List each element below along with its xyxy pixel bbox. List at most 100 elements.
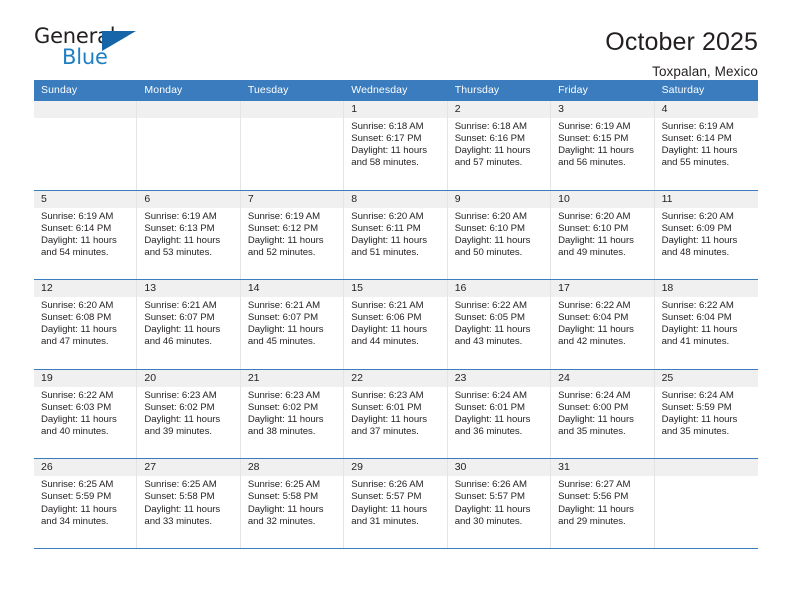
- day-number: 20: [137, 369, 240, 387]
- sun-times-text: Sunrise: 6:25 AM Sunset: 5:58 PM Dayligh…: [247, 479, 324, 527]
- calendar-day-cell[interactable]: 18 Sunrise: 6:22 AM Sunset: 6:04 PM Dayli…: [654, 280, 758, 369]
- sun-times-text: Sunrise: 6:24 AM Sunset: 5:59 PM Dayligh…: [661, 389, 738, 438]
- day-number: 18: [654, 280, 758, 298]
- calendar-day-cell[interactable]: 12 Sunrise: 6:20 AM Sunset: 6:08 PM Dayli…: [34, 280, 138, 369]
- weekday-header-saturday: Saturday: [661, 84, 705, 96]
- sun-times-text: Sunrise: 6:21 AM Sunset: 6:07 PM Dayligh…: [247, 300, 324, 348]
- calendar-day-cell[interactable]: 24 Sunrise: 6:24 AM Sunset: 6:00 PM Dayli…: [551, 369, 655, 459]
- day-number: 26: [34, 459, 137, 477]
- day-number: 12: [34, 280, 137, 298]
- day-number: 23: [447, 369, 551, 387]
- day-number: 11: [654, 190, 758, 208]
- calendar-day-cell[interactable]: 7 Sunrise: 6:19 AM Sunset: 6:12 PM Daylig…: [240, 190, 345, 280]
- calendar-day-cell[interactable]: 20 Sunrise: 6:23 AM Sunset: 6:02 PM Dayli…: [137, 369, 241, 459]
- sun-times-text: Sunrise: 6:26 AM Sunset: 5:57 PM Dayligh…: [454, 479, 531, 527]
- calendar-page: General Blue October 2025 Toxpalan, Mexi…: [0, 0, 792, 612]
- day-number: 25: [654, 369, 758, 387]
- sun-times-text: Sunrise: 6:26 AM Sunset: 5:57 PM Dayligh…: [351, 479, 427, 527]
- day-number-strip: 16: [447, 280, 551, 298]
- calendar-weeks: 1 Sunrise: 6:18 AM Sunset: 6:17 PM Daylig…: [34, 101, 758, 549]
- sun-times-text: Sunrise: 6:22 AM Sunset: 6:03 PM Dayligh…: [41, 389, 117, 438]
- day-number-strip: 1: [344, 101, 447, 118]
- sun-times-text: Sunrise: 6:19 AM Sunset: 6:15 PM Dayligh…: [558, 121, 634, 169]
- calendar-day-cell[interactable]: 30 Sunrise: 6:26 AM Sunset: 5:57 PM Dayli…: [447, 459, 552, 548]
- calendar-day-cell[interactable]: 14 Sunrise: 6:21 AM Sunset: 6:07 PM Dayli…: [240, 280, 345, 369]
- sun-times-text: Sunrise: 6:27 AM Sunset: 5:56 PM Dayligh…: [558, 479, 634, 527]
- sun-times-text: Sunrise: 6:23 AM Sunset: 6:01 PM Dayligh…: [351, 389, 427, 438]
- calendar-day-cell[interactable]: 21 Sunrise: 6:23 AM Sunset: 6:02 PM Dayli…: [240, 369, 345, 459]
- day-number: 21: [240, 369, 344, 387]
- calendar-day-cell[interactable]: 16 Sunrise: 6:22 AM Sunset: 6:05 PM Dayli…: [447, 280, 552, 369]
- day-number: 31: [551, 459, 654, 477]
- calendar-week-row: 5 Sunrise: 6:19 AM Sunset: 6:14 PM Daylig…: [34, 190, 758, 281]
- day-number: 24: [551, 369, 654, 387]
- title-block: October 2025 Toxpalan, Mexico: [605, 26, 758, 79]
- sun-times-text: Sunrise: 6:22 AM Sunset: 6:05 PM Dayligh…: [454, 300, 531, 348]
- calendar-day-cell[interactable]: 22 Sunrise: 6:23 AM Sunset: 6:01 PM Dayli…: [344, 369, 448, 459]
- sun-times-text: Sunrise: 6:24 AM Sunset: 6:01 PM Dayligh…: [454, 389, 531, 438]
- sun-times-text: Sunrise: 6:23 AM Sunset: 6:02 PM Dayligh…: [144, 389, 221, 438]
- sun-times-text: Sunrise: 6:20 AM Sunset: 6:08 PM Dayligh…: [41, 300, 117, 348]
- day-number-strip: 24: [551, 369, 654, 387]
- day-number: 10: [551, 190, 654, 208]
- sun-times-text: Sunrise: 6:21 AM Sunset: 6:06 PM Dayligh…: [351, 300, 427, 348]
- sun-times-text: Sunrise: 6:19 AM Sunset: 6:12 PM Dayligh…: [247, 210, 324, 258]
- calendar-day-cell[interactable]: 25 Sunrise: 6:24 AM Sunset: 5:59 PM Dayli…: [654, 369, 758, 459]
- day-number: 4: [654, 101, 758, 118]
- calendar-day-cell[interactable]: 11 Sunrise: 6:20 AM Sunset: 6:09 PM Dayli…: [654, 190, 758, 280]
- day-number: 16: [447, 280, 551, 298]
- calendar-day-cell[interactable]: 26 Sunrise: 6:25 AM Sunset: 5:59 PM Dayli…: [34, 459, 138, 548]
- calendar-day-cell[interactable]: 23 Sunrise: 6:24 AM Sunset: 6:01 PM Dayli…: [447, 369, 552, 459]
- calendar-day-cell[interactable]: 28 Sunrise: 6:25 AM Sunset: 5:58 PM Dayli…: [240, 459, 345, 548]
- day-number: 9: [447, 190, 551, 208]
- day-number-strip: 2: [447, 101, 551, 118]
- sun-times-text: Sunrise: 6:20 AM Sunset: 6:11 PM Dayligh…: [351, 210, 427, 258]
- day-number: 29: [344, 459, 447, 477]
- sun-times-text: Sunrise: 6:21 AM Sunset: 6:07 PM Dayligh…: [144, 300, 221, 348]
- day-number-strip: 29: [344, 459, 447, 477]
- calendar-day-cell[interactable]: 5 Sunrise: 6:19 AM Sunset: 6:14 PM Daylig…: [34, 190, 138, 280]
- day-number: 27: [137, 459, 240, 477]
- sun-times-text: Sunrise: 6:22 AM Sunset: 6:04 PM Dayligh…: [661, 300, 738, 348]
- calendar-day-cell[interactable]: 2 Sunrise: 6:18 AM Sunset: 6:16 PM Daylig…: [447, 101, 552, 190]
- day-number-strip: 19: [34, 369, 137, 387]
- calendar-day-cell[interactable]: 27 Sunrise: 6:25 AM Sunset: 5:58 PM Dayli…: [137, 459, 241, 548]
- day-number: 15: [344, 280, 447, 298]
- calendar-day-cell[interactable]: 6 Sunrise: 6:19 AM Sunset: 6:13 PM Daylig…: [137, 190, 241, 280]
- day-number-strip: 8: [344, 190, 447, 208]
- weekday-header-wednesday: Wednesday: [351, 84, 408, 96]
- calendar-day-cell[interactable]: 10 Sunrise: 6:20 AM Sunset: 6:10 PM Dayli…: [551, 190, 655, 280]
- calendar-week-row: 19 Sunrise: 6:22 AM Sunset: 6:03 PM Dayli…: [34, 369, 758, 460]
- calendar-day-cell[interactable]: 31 Sunrise: 6:27 AM Sunset: 5:56 PM Dayli…: [551, 459, 655, 548]
- page-header: General Blue October 2025 Toxpalan, Mexi…: [34, 0, 758, 79]
- day-number-strip: 28: [240, 459, 344, 477]
- calendar-day-cell[interactable]: 3 Sunrise: 6:19 AM Sunset: 6:15 PM Daylig…: [551, 101, 655, 190]
- calendar-day-cell-empty: [654, 459, 758, 548]
- day-number: 3: [551, 101, 654, 118]
- general-blue-logo[interactable]: General Blue: [34, 26, 152, 72]
- day-number: 14: [240, 280, 344, 298]
- day-number: 28: [240, 459, 344, 477]
- calendar-day-cell[interactable]: 17 Sunrise: 6:22 AM Sunset: 6:04 PM Dayli…: [551, 280, 655, 369]
- sun-times-text: Sunrise: 6:20 AM Sunset: 6:10 PM Dayligh…: [558, 210, 634, 258]
- calendar-day-cell[interactable]: 8 Sunrise: 6:20 AM Sunset: 6:11 PM Daylig…: [344, 190, 448, 280]
- calendar-day-cell[interactable]: 13 Sunrise: 6:21 AM Sunset: 6:07 PM Dayli…: [137, 280, 241, 369]
- calendar-day-cell[interactable]: 9 Sunrise: 6:20 AM Sunset: 6:10 PM Daylig…: [447, 190, 552, 280]
- weekday-header-tuesday: Tuesday: [247, 84, 289, 96]
- sun-times-text: Sunrise: 6:25 AM Sunset: 5:58 PM Dayligh…: [144, 479, 221, 527]
- day-number: 30: [447, 459, 551, 477]
- day-number-strip: 31: [551, 459, 654, 477]
- calendar-day-cell-empty: [240, 101, 345, 190]
- calendar-day-cell[interactable]: 15 Sunrise: 6:21 AM Sunset: 6:06 PM Dayli…: [344, 280, 448, 369]
- calendar-day-cell[interactable]: 29 Sunrise: 6:26 AM Sunset: 5:57 PM Dayli…: [344, 459, 448, 548]
- day-number-strip: 23: [447, 369, 551, 387]
- day-number-strip: 30: [447, 459, 551, 477]
- day-number-strip: 9: [447, 190, 551, 208]
- calendar-day-cell-empty: [137, 101, 241, 190]
- day-number: 19: [34, 369, 137, 387]
- calendar-day-cell[interactable]: 1 Sunrise: 6:18 AM Sunset: 6:17 PM Daylig…: [344, 101, 448, 190]
- day-number-strip: [654, 459, 758, 477]
- calendar-day-cell[interactable]: 19 Sunrise: 6:22 AM Sunset: 6:03 PM Dayli…: [34, 369, 138, 459]
- calendar-day-cell-empty: [34, 101, 138, 190]
- calendar-day-cell[interactable]: 4 Sunrise: 6:19 AM Sunset: 6:14 PM Daylig…: [654, 101, 758, 190]
